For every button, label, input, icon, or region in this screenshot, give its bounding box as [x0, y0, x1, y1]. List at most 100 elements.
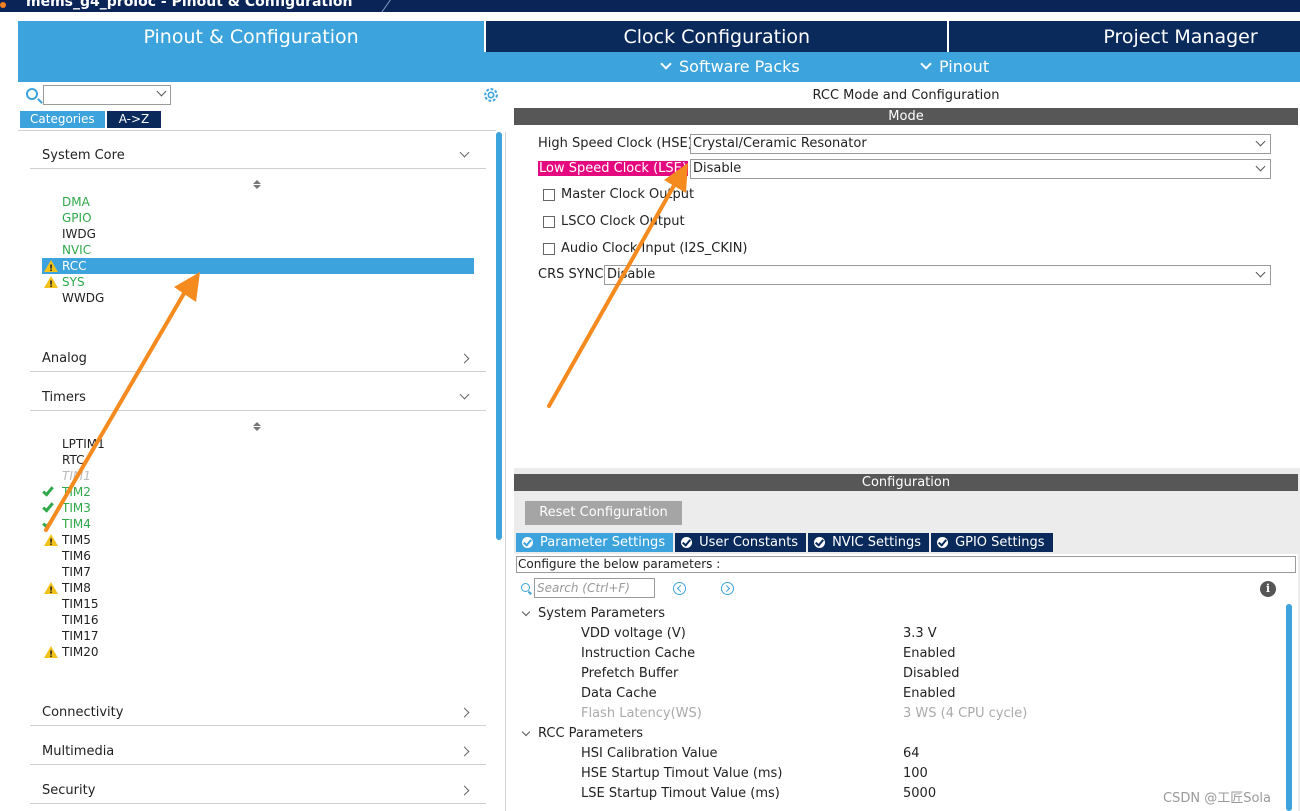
reset-configuration-button[interactable]: Reset Configuration	[525, 501, 682, 525]
list-item-rtc[interactable]: RTC	[42, 452, 474, 468]
hse-label: High Speed Clock (HSE)	[538, 136, 693, 151]
param-row[interactable]: Flash Latency(WS) 3 WS (4 CPU cycle)	[514, 706, 1284, 726]
group-analog[interactable]: Analog	[30, 344, 486, 372]
sort-down-icon[interactable]	[253, 427, 261, 431]
tab-label: GPIO Settings	[955, 535, 1045, 550]
software-packs-menu[interactable]: Software Packs	[660, 57, 800, 76]
title-separator	[366, 0, 394, 12]
lse-value: Disable	[693, 161, 742, 176]
mode-section-header: Mode	[514, 108, 1298, 125]
crs-sync-select[interactable]: Disable	[604, 265, 1271, 285]
left-scrollbar[interactable]	[496, 132, 502, 540]
configuration-tabs: Parameter Settings User Constants NVIC S…	[516, 533, 1055, 552]
chevron-down-icon	[156, 86, 167, 97]
list-item-tim16[interactable]: TIM16	[42, 612, 474, 628]
param-row[interactable]: VDD voltage (V) 3.3 V	[514, 626, 1284, 646]
group-label: Security	[42, 783, 96, 798]
item-label: TIM2	[62, 485, 91, 499]
group-system-core[interactable]: System Core	[30, 141, 486, 169]
tab-gpio-settings[interactable]: GPIO Settings	[931, 533, 1053, 552]
category-view-tabs: Categories A->Z	[20, 111, 162, 128]
lse-select[interactable]: Disable	[690, 159, 1271, 179]
list-item-tim5[interactable]: TIM5	[42, 532, 474, 551]
tab-project-manager[interactable]: Project Manager	[949, 21, 1300, 52]
info-icon[interactable]: i	[1260, 581, 1276, 597]
list-item-gpio[interactable]: GPIO	[42, 210, 474, 226]
pinout-menu[interactable]: Pinout	[920, 57, 989, 76]
lsco-clock-output-checkbox[interactable]	[543, 216, 555, 228]
gear-icon[interactable]	[482, 86, 500, 104]
master-clock-output-checkbox[interactable]	[543, 189, 555, 201]
list-item-rcc[interactable]: RCC	[42, 258, 474, 277]
title-bar: mems_g4_proloc - Pinout & Configuration	[0, 0, 1300, 12]
tab-pinout-configuration[interactable]: Pinout & Configuration	[18, 21, 485, 52]
param-name: Data Cache	[581, 686, 657, 701]
previous-result-icon[interactable]	[673, 582, 686, 595]
search-icon[interactable]	[26, 88, 38, 100]
list-item-lptim1[interactable]: LPTIM1	[42, 436, 474, 452]
rcc-parameters-group[interactable]: RCC Parameters	[521, 726, 643, 741]
list-item-tim8[interactable]: TIM8	[42, 580, 474, 599]
list-item-tim3[interactable]: TIM3	[42, 500, 474, 516]
param-row[interactable]: HSE Startup Timout Value (ms) 100	[514, 766, 1284, 786]
group-label: Connectivity	[42, 705, 124, 720]
tab-nvic-settings[interactable]: NVIC Settings	[808, 533, 930, 552]
list-item-tim20[interactable]: TIM20	[42, 644, 474, 663]
group-timers[interactable]: Timers	[30, 383, 486, 411]
list-item-iwdg[interactable]: IWDG	[42, 226, 474, 242]
list-item-tim4[interactable]: TIM4	[42, 516, 474, 532]
audio-clock-input-checkbox[interactable]	[543, 243, 555, 255]
tab-categories[interactable]: Categories	[20, 111, 105, 128]
hse-select[interactable]: Crystal/Ceramic Resonator	[690, 134, 1271, 154]
item-label: TIM16	[62, 613, 99, 627]
chevron-down-icon	[459, 389, 470, 400]
param-row[interactable]: HSI Calibration Value 64	[514, 746, 1284, 766]
list-item-tim17[interactable]: TIM17	[42, 628, 474, 644]
sort-down-icon[interactable]	[253, 185, 261, 189]
chevron-down-icon	[521, 727, 531, 737]
list-item-tim2[interactable]: TIM2	[42, 484, 474, 500]
chevron-down-icon	[1255, 161, 1266, 172]
list-item-tim6[interactable]: TIM6	[42, 548, 474, 564]
item-label: WWDG	[62, 291, 105, 305]
item-label: TIM17	[62, 629, 99, 643]
tab-clock-configuration[interactable]: Clock Configuration	[486, 21, 948, 52]
param-value: Disabled	[903, 666, 960, 681]
search-icon	[521, 583, 530, 592]
tab-label: Parameter Settings	[540, 535, 666, 550]
tab-parameter-settings[interactable]: Parameter Settings	[516, 533, 674, 552]
check-circle-icon	[522, 537, 533, 548]
category-search-area: Categories A->Z	[18, 82, 506, 132]
category-search-input[interactable]	[43, 85, 171, 105]
parameter-search-input[interactable]: Search (Ctrl+F)	[534, 578, 655, 598]
next-result-icon[interactable]	[721, 582, 734, 595]
group-connectivity[interactable]: Connectivity	[30, 698, 486, 726]
categories-panel: Categories A->Z System Core DMA GPIO IWD…	[18, 82, 506, 811]
list-item-tim1[interactable]: TIM1	[42, 468, 474, 484]
check-circle-icon	[681, 537, 693, 548]
list-item-tim15[interactable]: TIM15	[42, 596, 474, 612]
configuration-section-header: Configuration	[514, 474, 1298, 491]
group-security[interactable]: Security	[30, 776, 486, 804]
list-item-wwdg[interactable]: WWDG	[42, 290, 474, 306]
param-name: HSE Startup Timout Value (ms)	[581, 766, 783, 781]
list-item-sys[interactable]: SYS	[42, 274, 474, 293]
list-item-tim7[interactable]: TIM7	[42, 564, 474, 580]
param-row[interactable]: Prefetch Buffer Disabled	[514, 666, 1284, 686]
list-item-nvic[interactable]: NVIC	[42, 242, 474, 258]
audio-clock-input-label: Audio Clock Input (I2S_CKIN)	[561, 241, 748, 256]
list-item-dma[interactable]: DMA	[42, 194, 474, 210]
sort-up-icon[interactable]	[253, 422, 261, 426]
group-multimedia[interactable]: Multimedia	[30, 737, 486, 765]
param-row[interactable]: Instruction Cache Enabled	[514, 646, 1284, 666]
item-label: TIM20	[62, 645, 99, 659]
parameters-scrollbar[interactable]	[1286, 604, 1292, 811]
system-parameters-group[interactable]: System Parameters	[521, 606, 665, 621]
param-row[interactable]: Data Cache Enabled	[514, 686, 1284, 706]
crs-sync-value: Disable	[607, 267, 656, 282]
chevron-down-icon	[1255, 267, 1266, 278]
tab-user-constants[interactable]: User Constants	[675, 533, 807, 552]
tab-a-to-z[interactable]: A->Z	[106, 111, 162, 128]
sort-up-icon[interactable]	[253, 180, 261, 184]
window-title: mems_g4_proloc - Pinout & Configuration	[26, 0, 353, 10]
